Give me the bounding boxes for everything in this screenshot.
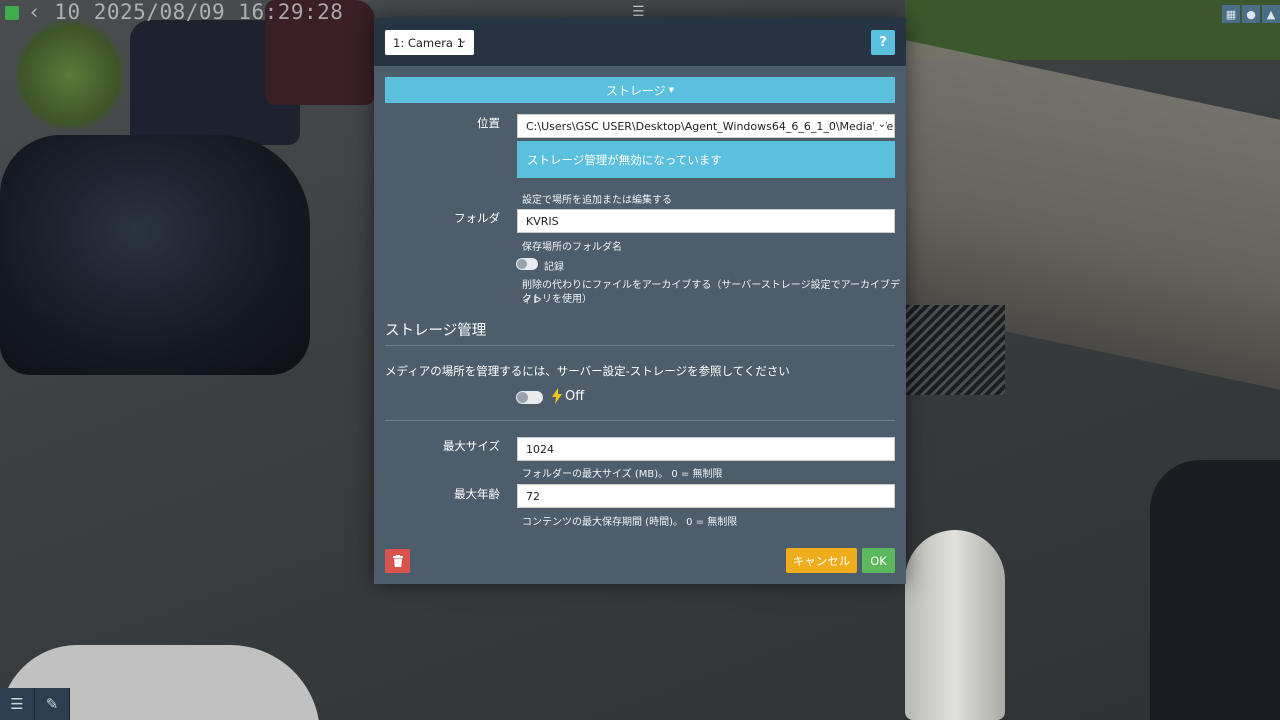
folder-label: フォルダ (454, 211, 500, 225)
camera-settings-dialog: 1: Camera 1 ⌄ ? ストレージ ▼ 位置 C:\Users\GSC U… (374, 18, 906, 584)
help-button[interactable]: ? (871, 30, 895, 55)
folder-hint: 保存場所のフォルダ名 (522, 242, 622, 253)
tree (10, 20, 130, 130)
storage-management-info: メディアの場所を管理するには、サーバー設定-ストレージを参照してください (385, 364, 790, 378)
chevron-down-icon: ⌄ (873, 119, 886, 130)
concrete-post (905, 530, 1005, 720)
dialog-header: 1: Camera 1 ⌄ ? (374, 18, 906, 66)
lock-icon[interactable] (5, 6, 19, 20)
top-right-toolbar: ▦ ● ▲ (1222, 5, 1280, 23)
tab-storage[interactable]: ストレージ ▼ (385, 77, 895, 103)
storage-management-title: ストレージ管理 (385, 323, 487, 339)
max-age-hint: コンテンツの最大保存期間 (時間)。 0 = 無制限 (522, 517, 738, 528)
ok-button[interactable]: OK (862, 548, 895, 573)
bottom-toolbar: ☰ ✎ (0, 688, 70, 720)
location-select[interactable]: C:\Users\GSC USER\Desktop\Agent_Windows6… (517, 114, 895, 138)
parked-car (1150, 460, 1280, 720)
max-size-hint: フォルダーの最大サイズ (MB)。 0 = 無制限 (522, 469, 723, 480)
user-icon[interactable]: ● (1242, 5, 1260, 23)
divider (385, 345, 895, 346)
archive-hint-continued: クトリを使用） (522, 294, 592, 305)
parked-car (0, 135, 310, 375)
wrench-icon[interactable]: ✎ (35, 688, 70, 720)
location-label: 位置 (477, 116, 500, 130)
folder-input[interactable]: KVRIS (517, 209, 895, 233)
chevron-down-icon: ⌄ (458, 35, 467, 46)
archive-toggle[interactable] (516, 258, 538, 270)
bell-icon[interactable]: ▲ (1262, 5, 1280, 23)
bolt-icon (552, 388, 562, 404)
max-age-label: 最大年齢 (454, 487, 500, 501)
trash-icon (392, 555, 403, 567)
grid-icon[interactable]: ▦ (1222, 5, 1240, 23)
osd-timestamp: ‹ 10 2025/08/09 16:29:28 (28, 0, 344, 24)
record-label: 記録 (544, 262, 564, 273)
storage-management-toggle[interactable] (516, 391, 543, 404)
drain-grate (905, 305, 1005, 395)
location-hint: 設定で場所を追加または編集する (522, 195, 672, 206)
cancel-button[interactable]: キャンセル (786, 548, 857, 573)
dialog-footer: キャンセル OK (374, 537, 906, 584)
max-size-input[interactable]: 1024 (517, 437, 895, 461)
sliders-icon[interactable]: ☰ (0, 688, 35, 720)
delete-button[interactable] (385, 549, 410, 573)
divider (385, 420, 895, 421)
max-age-input[interactable]: 72 (517, 484, 895, 508)
camera-select-value: 1: Camera 1 (393, 35, 464, 50)
camera-select[interactable]: 1: Camera 1 ⌄ (385, 30, 474, 55)
tab-storage-label: ストレージ (605, 83, 666, 98)
caret-down-icon: ▼ (668, 86, 675, 94)
storage-disabled-alert: ストレージ管理が無効になっています (517, 141, 895, 178)
storage-management-state: Off (565, 389, 585, 404)
max-size-label: 最大サイズ (442, 439, 500, 453)
location-select-value: C:\Users\GSC USER\Desktop\Agent_Windows6… (526, 119, 895, 133)
